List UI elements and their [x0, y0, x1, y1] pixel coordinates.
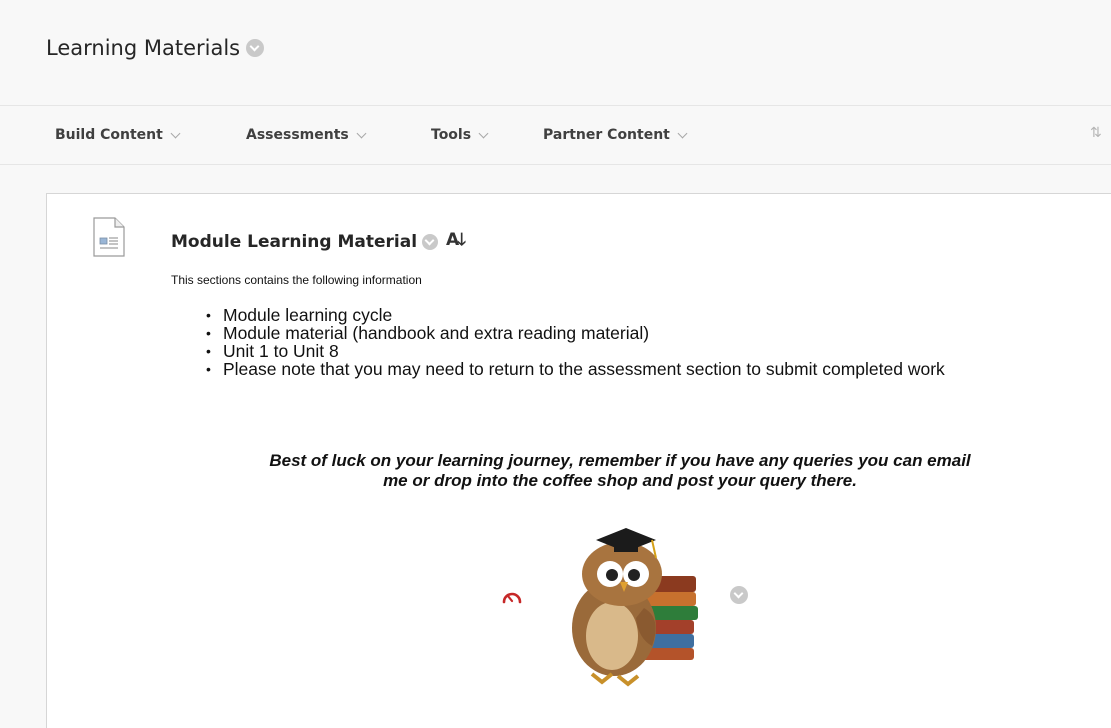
image-menu-chevron-icon[interactable] — [730, 586, 748, 604]
content-toolbar: Build Content Assessments Tools Partner … — [0, 107, 1111, 165]
chevron-down-icon — [478, 128, 489, 138]
partner-content-menu[interactable]: Partner Content — [543, 127, 688, 143]
content-intro-text: This sections contains the following inf… — [171, 273, 422, 287]
document-icon — [93, 217, 125, 257]
gauge-icon[interactable] — [502, 588, 522, 604]
partner-content-label: Partner Content — [543, 127, 670, 143]
chevron-down-icon — [170, 128, 181, 138]
list-item: Module learning cycle — [205, 306, 1075, 324]
az-letter: A — [446, 230, 459, 250]
tools-menu[interactable]: Tools — [431, 127, 489, 143]
chevron-down-icon — [356, 128, 367, 138]
page-header: Learning Materials — [0, 0, 1111, 106]
content-item-title-text[interactable]: Module Learning Material — [171, 232, 417, 252]
chevron-down-icon — [677, 128, 688, 138]
content-item-title: Module Learning Material A🡓 — [171, 227, 466, 256]
list-item: Module material (handbook and extra read… — [205, 324, 1075, 342]
page-title-text: Learning Materials — [46, 36, 241, 60]
content-bullet-list: Module learning cycle Module material (h… — [205, 306, 1075, 378]
closing-message: Best of luck on your learning journey, r… — [160, 451, 1080, 491]
list-item: Please note that you may need to return … — [205, 360, 1075, 378]
owl-with-books-image — [572, 528, 698, 687]
tools-label: Tools — [431, 127, 472, 143]
reorder-arrows-icon[interactable]: ⇅ — [1090, 125, 1102, 141]
assessments-label: Assessments — [246, 127, 349, 143]
build-content-menu[interactable]: Build Content — [55, 127, 181, 143]
list-item: Unit 1 to Unit 8 — [205, 342, 1075, 360]
build-content-label: Build Content — [55, 127, 163, 143]
closing-message-line: Best of luck on your learning journey, r… — [269, 451, 971, 470]
page-title: Learning Materials — [46, 36, 265, 60]
assessments-menu[interactable]: Assessments — [246, 127, 367, 143]
a-z-sort-icon[interactable]: A🡓 — [446, 227, 466, 256]
page-title-menu-chevron-icon[interactable] — [246, 39, 265, 57]
closing-message-line: me or drop into the coffee shop and post… — [383, 471, 857, 490]
item-menu-chevron-icon[interactable] — [422, 233, 439, 250]
